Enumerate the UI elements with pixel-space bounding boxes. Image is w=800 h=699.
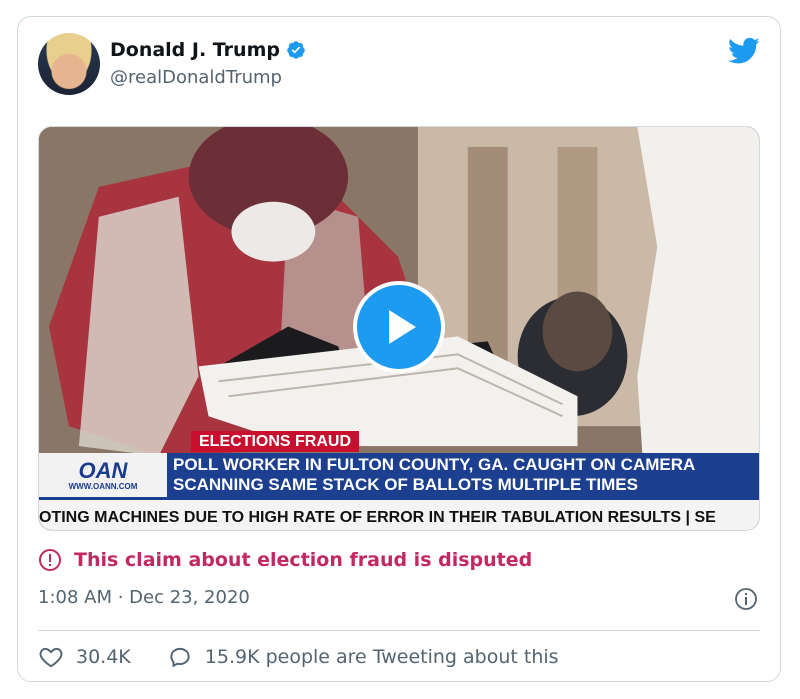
- heart-icon: [39, 647, 63, 668]
- like-count: 30.4K: [76, 646, 131, 668]
- video-headline-line1: POLL WORKER IN FULTON COUNTY, GA. CAUGHT…: [173, 455, 696, 474]
- info-icon[interactable]: [734, 587, 758, 611]
- oan-logo-text: OAN: [78, 457, 128, 483]
- conversation-button[interactable]: 15.9K people are Tweeting about this: [167, 644, 559, 670]
- video-headline-line2: SCANNING SAME STACK OF BALLOTS MULTIPLE …: [173, 475, 638, 494]
- exclamation-circle-icon: [39, 549, 61, 571]
- divider: [38, 630, 760, 631]
- oan-logo-url: WWW.OANN.COM: [68, 481, 138, 491]
- disputed-notice[interactable]: This claim about election fraud is dispu…: [38, 548, 532, 572]
- video-headline: POLL WORKER IN FULTON COUNTY, GA. CAUGHT…: [167, 453, 759, 497]
- video-ticker: OTING MACHINES DUE TO HIGH RATE OF ERROR…: [39, 497, 759, 530]
- conversation-text: 15.9K people are Tweeting about this: [204, 646, 559, 668]
- tweet-timestamp[interactable]: 1:08 AM · Dec 23, 2020: [38, 587, 250, 608]
- video-tag: ELECTIONS FRAUD: [191, 431, 359, 452]
- tweet-card: Donald J. Trump @realDonaldTrump ELECTIO…: [17, 16, 781, 682]
- speech-bubble-icon: [170, 647, 190, 668]
- disputed-text[interactable]: This claim about election fraud is dispu…: [74, 549, 532, 571]
- oan-logo: OAN WWW.OANN.COM: [39, 453, 167, 497]
- play-icon: [389, 310, 416, 344]
- avatar[interactable]: [38, 33, 100, 95]
- author-handle[interactable]: @realDonaldTrump: [110, 67, 282, 88]
- like-button[interactable]: 30.4K: [38, 644, 131, 670]
- verified-badge-icon: [287, 41, 305, 59]
- tweet-actions: 30.4K 15.9K people are Tweeting about th…: [38, 644, 559, 670]
- author-name[interactable]: Donald J. Trump: [110, 39, 280, 61]
- video-player[interactable]: ELECTIONS FRAUD OAN WWW.OANN.COM POLL WO…: [38, 126, 760, 531]
- author-name-row[interactable]: Donald J. Trump: [110, 39, 306, 61]
- twitter-bird-icon[interactable]: [728, 37, 760, 65]
- play-button[interactable]: [353, 281, 445, 373]
